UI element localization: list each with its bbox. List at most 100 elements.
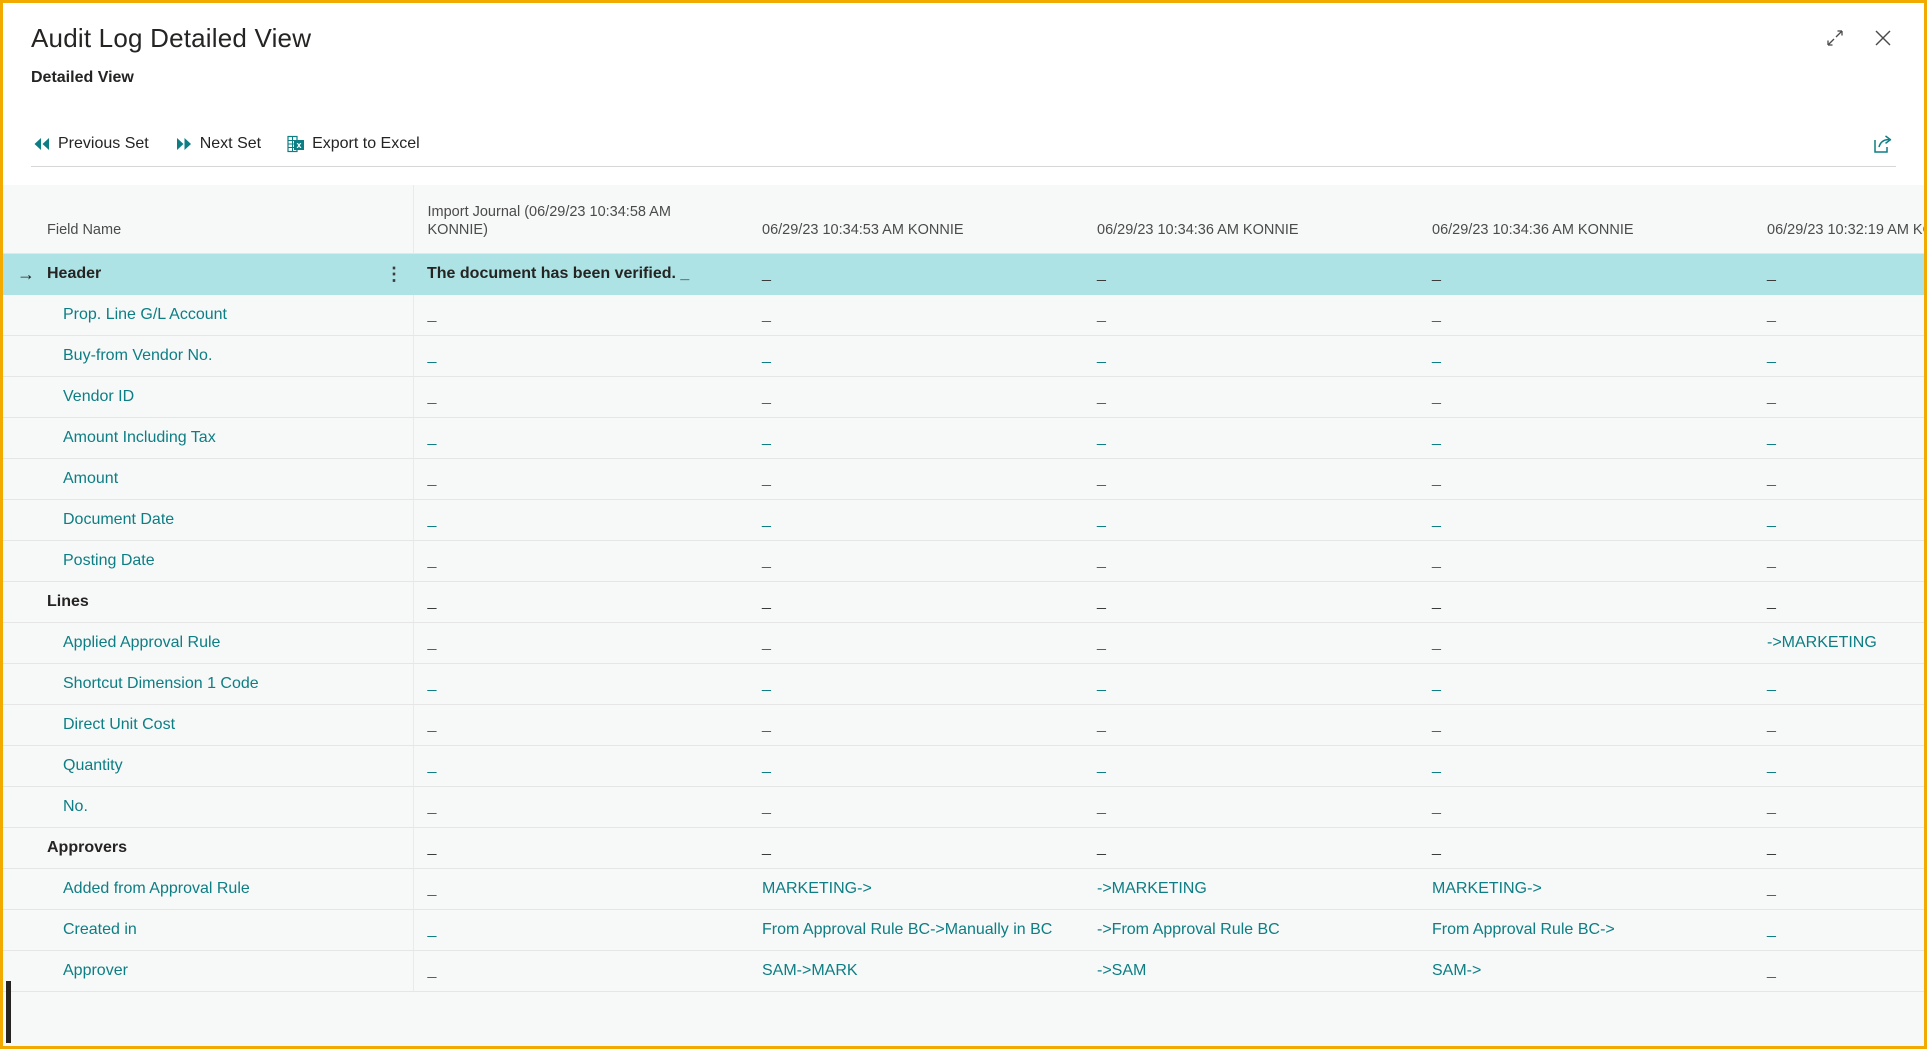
table-row[interactable]: Document Date _ _ _ _ _: [3, 499, 1924, 541]
column-header-entry-5[interactable]: 06/29/23 10:32:19 AM KONNIE: [1753, 185, 1924, 254]
cell-value[interactable]: _: [1418, 376, 1753, 418]
close-icon[interactable]: [1866, 21, 1900, 55]
cell-value[interactable]: _: [1753, 909, 1924, 951]
cell-field-name[interactable]: Amount Including Tax: [3, 417, 414, 459]
column-header-field-name[interactable]: Field Name: [3, 185, 414, 254]
cell-value[interactable]: _: [1418, 335, 1753, 377]
cell-value[interactable]: _: [1753, 950, 1924, 992]
column-header-import-journal[interactable]: Import Journal (06/29/23 10:34:58 AM KON…: [413, 185, 748, 254]
table-row[interactable]: Buy-from Vendor No. _ _ _ _ _: [3, 335, 1924, 377]
cell-value[interactable]: _: [413, 417, 748, 459]
cell-value[interactable]: _: [413, 950, 748, 992]
cell-value[interactable]: _: [413, 909, 748, 951]
cell-value[interactable]: _: [413, 622, 748, 664]
cell-field-name[interactable]: Shortcut Dimension 1 Code: [3, 663, 414, 705]
cell-value[interactable]: From Approval Rule BC->: [1418, 909, 1753, 951]
cell-value[interactable]: _: [1753, 663, 1924, 705]
cell-value[interactable]: _: [1753, 745, 1924, 787]
cell-value[interactable]: _: [1418, 540, 1753, 582]
cell-value[interactable]: _: [748, 294, 1083, 336]
cell-field-name[interactable]: Posting Date: [3, 540, 414, 582]
cell-value[interactable]: ->SAM: [1083, 950, 1418, 992]
cell-value[interactable]: _: [748, 335, 1083, 377]
cell-value[interactable]: _: [1753, 704, 1924, 746]
cell-value[interactable]: _: [1753, 540, 1924, 582]
cell-value[interactable]: _: [748, 540, 1083, 582]
table-row[interactable]: Posting Date _ _ _ _ _: [3, 540, 1924, 582]
cell-value[interactable]: _: [1418, 622, 1753, 664]
cell-value[interactable]: _: [413, 540, 748, 582]
cell-value[interactable]: MARKETING->: [1418, 868, 1753, 910]
row-options-icon[interactable]: ⋮: [385, 265, 403, 283]
cell-value[interactable]: _: [1083, 581, 1418, 623]
cell-value[interactable]: _: [1753, 581, 1924, 623]
table-row[interactable]: Created in _ From Approval Rule BC->Manual…: [3, 909, 1924, 951]
table-row[interactable]: Added from Approval Rule _ MARKETING-> ->MA…: [3, 868, 1924, 910]
cell-value[interactable]: _: [748, 745, 1083, 787]
cell-value[interactable]: _: [1083, 499, 1418, 541]
cell-value[interactable]: _: [413, 581, 748, 623]
cell-field-name[interactable]: Vendor ID: [3, 376, 414, 418]
cell-value[interactable]: _: [1083, 704, 1418, 746]
cell-value[interactable]: _: [1083, 622, 1418, 664]
cell-field-name[interactable]: No.: [3, 786, 414, 828]
cell-value[interactable]: ->MARKETING: [1753, 622, 1924, 664]
cell-value[interactable]: _: [1083, 376, 1418, 418]
cell-value[interactable]: _: [413, 827, 748, 869]
cell-value[interactable]: _: [1083, 827, 1418, 869]
cell-value[interactable]: _: [1418, 417, 1753, 459]
cell-value[interactable]: _: [748, 663, 1083, 705]
cell-value[interactable]: _: [1753, 499, 1924, 541]
cell-value[interactable]: _: [748, 253, 1083, 295]
cell-value[interactable]: _: [1418, 704, 1753, 746]
cell-value[interactable]: SAM->: [1418, 950, 1753, 992]
cell-value[interactable]: _: [748, 786, 1083, 828]
table-row[interactable]: Quantity _ _ _ _ _: [3, 745, 1924, 787]
table-row[interactable]: No. _ _ _ _ _: [3, 786, 1924, 828]
table-row[interactable]: Prop. Line G/L Account _ _ _ _ _: [3, 294, 1924, 336]
cell-value[interactable]: _: [413, 704, 748, 746]
cell-field-name[interactable]: Direct Unit Cost: [3, 704, 414, 746]
cell-value[interactable]: _: [748, 704, 1083, 746]
previous-set-button[interactable]: Previous Set: [31, 133, 151, 155]
restore-down-icon[interactable]: [1818, 21, 1852, 55]
cell-value[interactable]: SAM->MARK: [748, 950, 1083, 992]
next-set-button[interactable]: Next Set: [173, 133, 263, 155]
cell-value[interactable]: _: [1083, 663, 1418, 705]
cell-value[interactable]: _: [413, 663, 748, 705]
cell-field-name[interactable]: Lines: [3, 581, 414, 623]
cell-value[interactable]: _: [413, 499, 748, 541]
cell-field-name[interactable]: Document Date: [3, 499, 414, 541]
cell-value[interactable]: _: [1418, 581, 1753, 623]
cell-value[interactable]: _: [1753, 253, 1924, 295]
cell-field-name[interactable]: Approvers: [3, 827, 414, 869]
cell-value[interactable]: ->MARKETING: [1083, 868, 1418, 910]
cell-value[interactable]: _: [748, 376, 1083, 418]
cell-value[interactable]: _: [1753, 458, 1924, 500]
table-row[interactable]: Approvers _ _ _ _ _: [3, 827, 1924, 869]
cell-value[interactable]: _: [1753, 376, 1924, 418]
column-header-entry-3[interactable]: 06/29/23 10:34:36 AM KONNIE: [1083, 185, 1418, 254]
cell-value[interactable]: _: [1083, 253, 1418, 295]
table-row[interactable]: Approver _ SAM->MARK ->SAM SAM-> _: [3, 950, 1924, 992]
cell-value[interactable]: _: [1418, 827, 1753, 869]
cell-field-name[interactable]: Amount: [3, 458, 414, 500]
table-row[interactable]: Amount Including Tax _ _ _ _ _: [3, 417, 1924, 459]
export-to-excel-button[interactable]: x Export to Excel: [285, 133, 422, 155]
cell-value[interactable]: _: [748, 622, 1083, 664]
cell-value[interactable]: _: [1083, 417, 1418, 459]
table-row[interactable]: Amount _ _ _ _ _: [3, 458, 1924, 500]
cell-value[interactable]: ->From Approval Rule BC: [1083, 909, 1418, 951]
cell-value[interactable]: _: [1083, 294, 1418, 336]
table-row[interactable]: Direct Unit Cost _ _ _ _ _: [3, 704, 1924, 746]
table-row[interactable]: → Header ⋮ The document has been verified. …: [3, 253, 1924, 295]
cell-value[interactable]: _: [1753, 786, 1924, 828]
cell-value[interactable]: _: [748, 417, 1083, 459]
cell-value[interactable]: _: [413, 745, 748, 787]
cell-field-name[interactable]: Approver: [3, 950, 414, 992]
table-row[interactable]: Applied Approval Rule _ _ _ _ ->MARKETING: [3, 622, 1924, 664]
cell-value[interactable]: _: [413, 335, 748, 377]
column-header-entry-2[interactable]: 06/29/23 10:34:53 AM KONNIE: [748, 185, 1083, 254]
audit-log-table-scroll[interactable]: Field Name Import Journal (06/29/23 10:3…: [3, 185, 1924, 1046]
cell-value[interactable]: _: [1753, 294, 1924, 336]
